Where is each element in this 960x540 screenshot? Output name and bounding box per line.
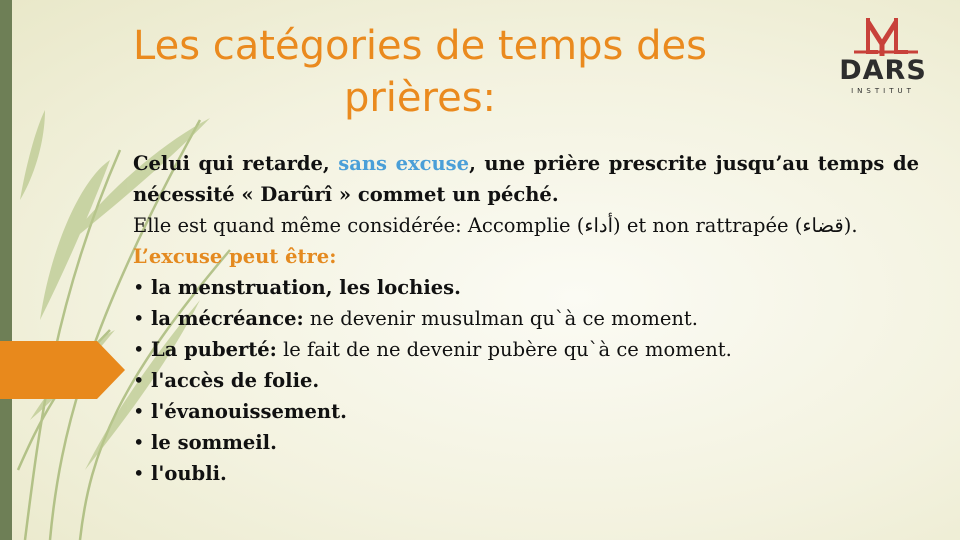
list-item: l'évanouissement. (133, 396, 919, 427)
dars-logo: DARS INSTITUT (838, 16, 928, 98)
list-item: la menstruation, les lochies. (133, 272, 919, 303)
rule-text-start: Celui qui retarde, (133, 152, 339, 175)
paragraph-consideration: Elle est quand même considérée: Accompli… (133, 214, 858, 237)
excuse-heading: L’excuse peut être: (133, 245, 337, 268)
logo-word: DARS (839, 55, 927, 86)
list-item: La puberté: le fait de ne devenir pubère… (133, 334, 919, 365)
paragraph-rule: Celui qui retarde, sans excuse, une priè… (133, 148, 919, 210)
orange-arrow-shape (0, 341, 125, 399)
slide-body: Celui qui retarde, sans excuse, une priè… (133, 148, 919, 489)
list-item: le sommeil. (133, 427, 919, 458)
list-item: l'oubli. (133, 458, 919, 489)
logo-subtitle: INSTITUT (851, 87, 915, 95)
slide: Les catégories de temps des prières: DAR… (0, 0, 960, 540)
excuse-list: la menstruation, les lochies. la mécréan… (133, 272, 919, 489)
sans-excuse-highlight: sans excuse (338, 152, 470, 175)
list-item: la mécréance: ne devenir musulman qu`à c… (133, 303, 919, 334)
page-title: Les catégories de temps des prières: (133, 23, 707, 121)
list-item: l'accès de folie. (133, 365, 919, 396)
